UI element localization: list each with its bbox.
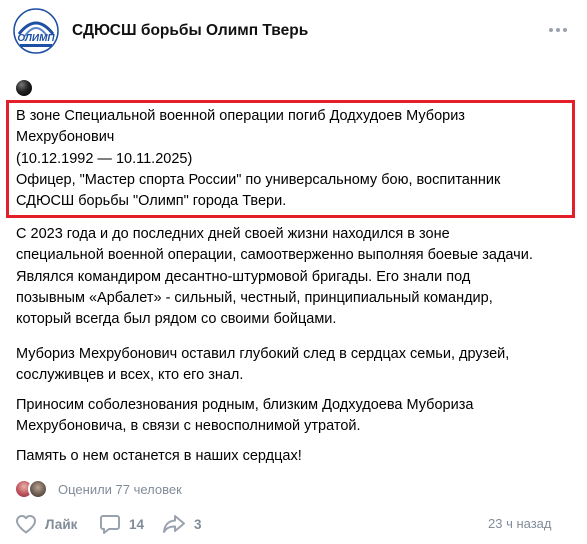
- like-button[interactable]: Лайк: [14, 512, 77, 536]
- liked-by-text[interactable]: Оценили 77 человек: [58, 482, 182, 497]
- post-header: ОЛИМП СДЮСШ борьбы Олимп Тверь: [0, 0, 587, 64]
- post-paragraph: Мубориз Мехрубонович оставил глубокий сл…: [16, 344, 576, 387]
- avatar: [28, 479, 48, 499]
- text-line: сослуживцев и всех, кто его знал.: [16, 367, 244, 384]
- text-line: Мехрубонович: [16, 129, 115, 146]
- text-line: Приносим соболезнования родным, близким …: [16, 397, 474, 413]
- post-paragraph: Приносим соболезнования родным, близким …: [16, 395, 576, 438]
- comment-button[interactable]: 14: [98, 512, 144, 536]
- text-line: который всегда был рядом со своими бойца…: [16, 311, 337, 328]
- text-line: Мубориз Мехрубонович оставил глубокий сл…: [16, 346, 510, 362]
- heart-icon: [16, 515, 36, 534]
- group-name[interactable]: СДЮСШ борьбы Олимп Тверь: [72, 22, 308, 40]
- group-logo[interactable]: ОЛИМП: [11, 8, 61, 54]
- share-button[interactable]: 3: [161, 512, 202, 536]
- shares-count: 3: [194, 516, 202, 532]
- text-line: В зоне Специальной военной операции поги…: [16, 108, 465, 124]
- text-line: (10.12.1992 — 10.11.2025): [16, 150, 193, 167]
- post-paragraph: Память о нем останется в наших сердцах!: [16, 446, 576, 467]
- text-line: специальной военной операции, самоотверж…: [16, 247, 533, 264]
- post-text-highlighted: В зоне Специальной военной операции поги…: [16, 106, 576, 212]
- text-line: С 2023 года и до последних дней своей жи…: [16, 226, 450, 242]
- post-time[interactable]: 23 ч назад: [488, 516, 552, 531]
- more-options-icon[interactable]: [546, 20, 570, 40]
- post-paragraph: С 2023 года и до последних дней своей жи…: [16, 224, 576, 330]
- like-label: Лайк: [45, 516, 78, 532]
- text-line: Память о нем останется в наших сердцах!: [16, 448, 302, 464]
- text-line: позывным «Арбалет» - сильный, честный, п…: [16, 289, 493, 306]
- text-line: Являлся командиром десантно-штурмовой бр…: [16, 268, 471, 285]
- text-line: Офицер, "Мастер спорта России" по универ…: [16, 171, 501, 188]
- comment-icon: [100, 515, 120, 534]
- black-circle-emoji: [16, 80, 32, 96]
- comments-count: 14: [129, 516, 145, 532]
- share-icon: [163, 515, 185, 533]
- text-line: СДЮСШ борьбы "Олимп" города Твери.: [16, 193, 287, 210]
- logo-text: ОЛИМП: [17, 33, 55, 44]
- text-line: Мехрубоновича, в связи с невосполнимой у…: [16, 418, 361, 435]
